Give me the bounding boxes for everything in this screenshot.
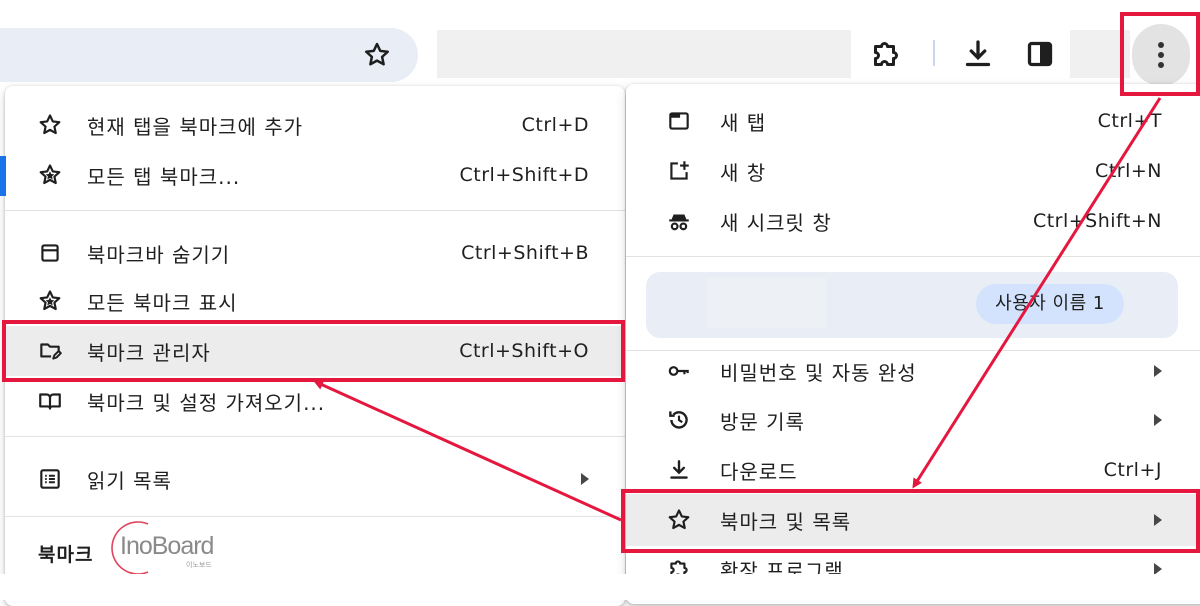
annotation-arrow xyxy=(313,380,622,522)
annotation-arrows xyxy=(313,97,1162,522)
annotation-arrow xyxy=(912,97,1162,489)
